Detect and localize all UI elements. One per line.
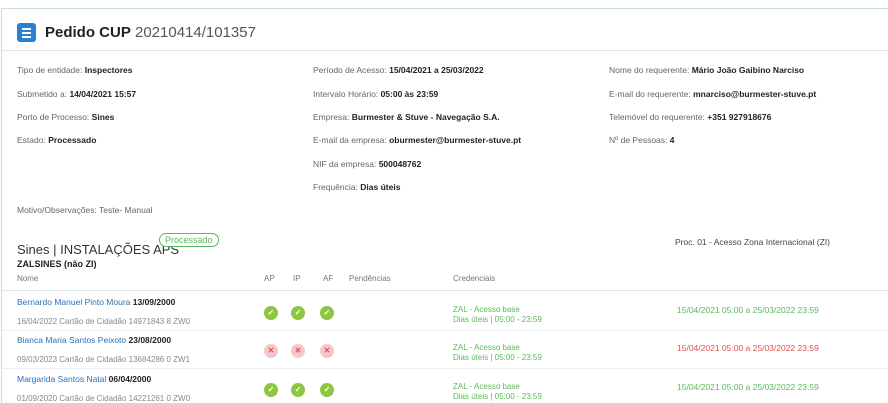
person-name-link[interactable]: Margarida Santos Natal 06/04/2000 [17,374,151,384]
people-count: Nº de Pessoas: 4 [609,135,675,145]
cross-icon: ✕ [320,344,334,358]
header-divider [2,290,888,291]
person-name-link[interactable]: Bianca Maria Santos Peixoto 23/08/2000 [17,335,171,345]
time-interval: Intervalo Horário: 05:00 às 23:59 [313,89,439,99]
process-port: Porto de Processo: Sines [17,112,115,122]
panel-header: Pedido CUP 20210414/101357 [2,9,888,51]
birth-date: 23/08/2000 [128,335,172,345]
credential-base: ZAL - Acesso base [453,343,520,352]
validity-period: 15/04/2021 05:00 a 25/03/2022 23:59 [677,343,819,353]
cross-icon: ✕ [264,344,278,358]
menu-icon[interactable] [17,23,36,42]
person-name-link[interactable]: Bernardo Manuel Pinto Moura 13/09/2000 [17,297,175,307]
col-nome: Nome [17,274,39,283]
check-icon: ✓ [291,383,305,397]
col-ap: AP [264,274,275,283]
requester-email: E-mail do requerente: mnarciso@burmester… [609,89,817,99]
company-nif: NIF da empresa: 500048762 [313,159,422,169]
credential-base: ZAL - Acesso base [453,305,520,314]
row-divider [2,368,888,369]
credential-schedule: Dias úteis | 05:00 - 23:59 [453,392,542,401]
check-icon: ✓ [264,306,278,320]
company-email: E-mail da empresa: oburmester@burmester-… [313,135,522,145]
col-ip: IP [293,274,301,283]
status-badge: Processado [159,233,219,247]
cross-icon: ✕ [291,344,305,358]
requester-name: Nome do requerente: Mário João Gaibino N… [609,65,805,75]
birth-date: 13/09/2000 [132,297,176,307]
entity-type: Tipo de entidade: Inspectores [17,65,133,75]
motivo: Motivo/Observações: Teste- Manual [17,205,153,215]
check-icon: ✓ [320,306,334,320]
request-id: 20210414/101357 [135,24,256,41]
check-icon: ✓ [291,306,305,320]
col-pendencias: Pendências [349,274,391,283]
row-divider [2,330,888,331]
status: Estado: Processado [17,135,97,145]
process-label: Proc. 01 - Acesso Zona Internacional (ZI… [675,237,830,247]
person-document: 09/03/2023 Cartão de Cidadão 13684286 0 … [17,355,191,364]
section-subtitle: ZALSINES (não ZI) [17,259,97,269]
credential-schedule: Dias úteis | 05:00 - 23:59 [453,315,542,324]
requester-phone: Telemóvel do requerente: +351 927918676 [609,112,772,122]
check-icon: ✓ [320,383,334,397]
validity-period: 15/04/2021 05:00 a 25/03/2022 23:59 [677,305,819,315]
validity-period: 15/04/2021 05:00 a 25/03/2022 23:59 [677,382,819,392]
col-credenciais: Credenciais [453,274,496,283]
col-af: AF [323,274,334,283]
section-title: Sines | INSTALAÇÕES APS [17,242,180,257]
birth-date: 06/04/2000 [108,374,152,384]
person-document: 16/04/2022 Cartão de Cidadão 14971843 8 … [17,317,191,326]
request-panel: Pedido CUP 20210414/101357 Tipo de entid… [1,8,888,403]
company: Empresa: Burmester & Stuve - Navegação S… [313,112,500,122]
submitted-at: Submetido a: 14/04/2021 15:57 [17,89,137,99]
credential-schedule: Dias úteis | 05:00 - 23:59 [453,353,542,362]
frequency: Frequência: Dias úteis [313,182,401,192]
check-icon: ✓ [264,383,278,397]
access-period: Período de Acesso: 15/04/2021 a 25/03/20… [313,65,484,75]
person-document: 01/09/2020 Cartão de Cidadão 14221261 0 … [17,394,191,403]
credential-base: ZAL - Acesso base [453,382,520,391]
page-title: Pedido CUP [45,24,131,41]
